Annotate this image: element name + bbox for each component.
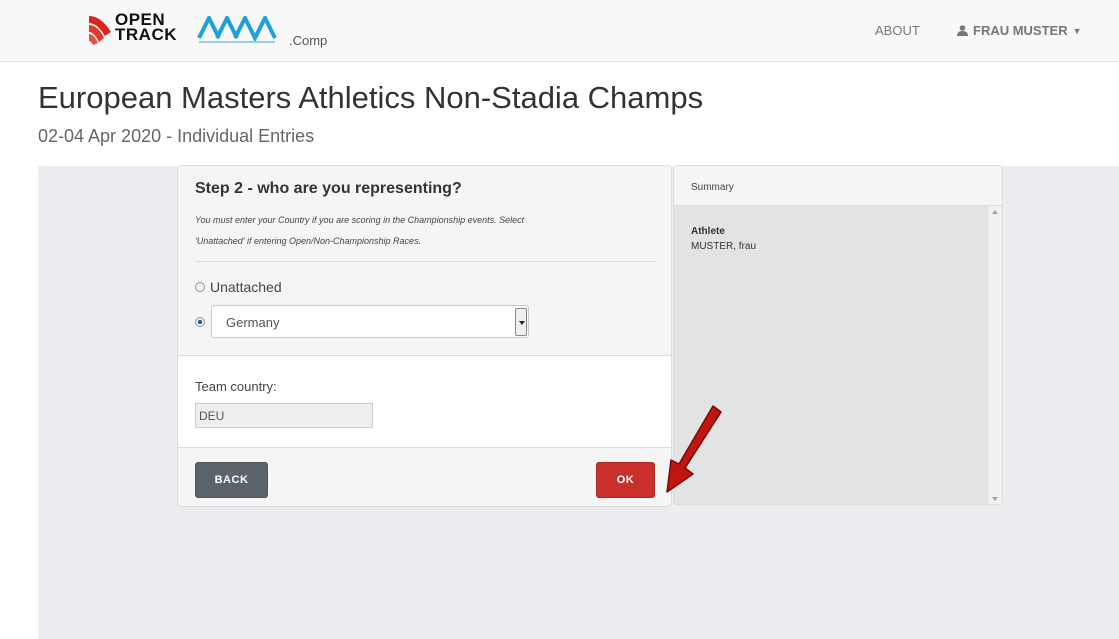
user-icon: [957, 25, 968, 36]
summary-scrollbar[interactable]: [987, 206, 1002, 504]
caret-down-icon: ▼: [1072, 25, 1082, 36]
summary-athlete-label: Athlete: [691, 226, 725, 237]
scroll-up-icon[interactable]: [992, 210, 998, 214]
brand-suffix: .Comp: [289, 33, 328, 48]
step-title: Step 2 - who are you representing?: [195, 180, 462, 197]
nav-about-link[interactable]: ABOUT: [875, 23, 920, 38]
annotation-arrow-icon: [666, 405, 722, 493]
ok-button[interactable]: OK: [596, 462, 655, 498]
step-panel: Step 2 - who are you representing? You m…: [177, 165, 672, 507]
radio-unattached[interactable]: [195, 282, 205, 292]
step-help-text: You must enter your Country if you are s…: [195, 215, 525, 246]
team-country-label: Team country:: [195, 379, 277, 394]
page-subtitle: 02-04 Apr 2020 - Individual Entries: [38, 126, 315, 146]
radio-country-row[interactable]: [195, 317, 205, 327]
emaa-logo: [197, 13, 279, 46]
divider: [195, 261, 655, 262]
step-panel-header: Step 2 - who are you representing? You m…: [178, 166, 671, 356]
radio-unattached-label: Unattached: [210, 279, 282, 295]
top-navbar: OPEN TRACK .Comp ABOUT FRAU MUSTER ▼: [0, 0, 1119, 62]
back-button[interactable]: BACK: [195, 462, 268, 498]
user-menu[interactable]: FRAU MUSTER ▼: [957, 23, 1082, 38]
opentrack-wordmark: OPEN TRACK: [115, 10, 177, 44]
opentrack-stripes-icon: [89, 16, 111, 45]
summary-header: Summary: [674, 166, 1002, 206]
page-title: European Masters Athletics Non-Stadia Ch…: [38, 80, 704, 115]
team-country-field[interactable]: DEU: [195, 403, 373, 428]
opentrack-logo[interactable]: OPEN TRACK: [87, 10, 187, 48]
user-menu-label: FRAU MUSTER: [973, 23, 1068, 38]
summary-athlete-value: MUSTER, frau: [691, 241, 757, 252]
select-arrow-icon[interactable]: [515, 308, 527, 336]
country-select[interactable]: Germany: [211, 305, 529, 338]
country-select-value: Germany: [226, 315, 280, 330]
radio-country[interactable]: [195, 317, 205, 327]
scroll-down-icon[interactable]: [992, 497, 998, 501]
radio-unattached-row[interactable]: Unattached: [195, 279, 282, 295]
step-panel-footer: BACK OK: [178, 447, 671, 506]
